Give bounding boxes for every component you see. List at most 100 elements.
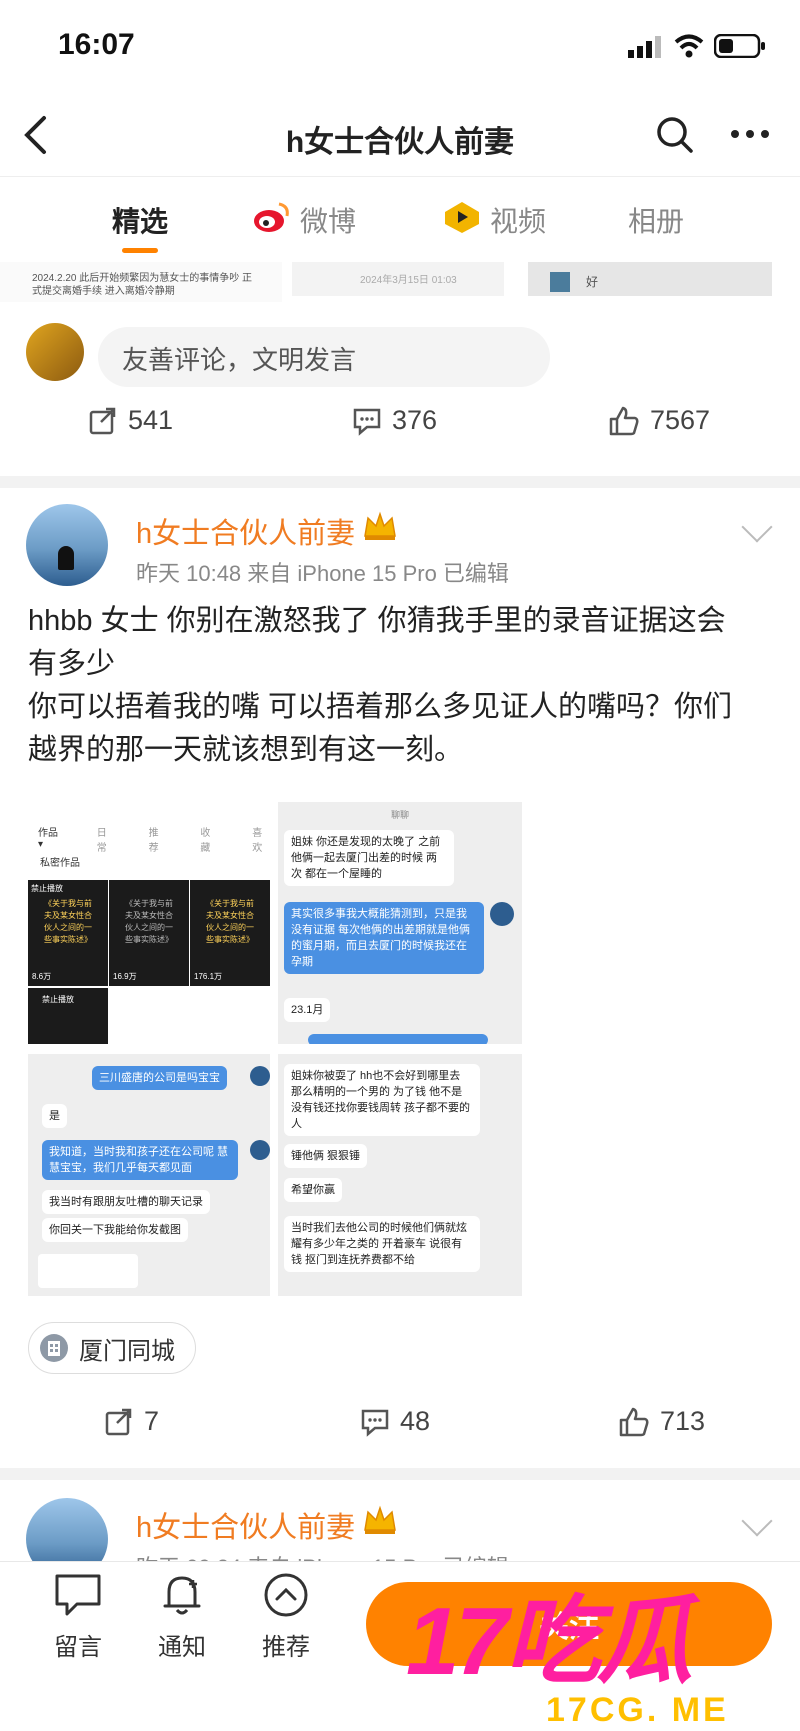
tab-weibo[interactable]: 微博 [300, 200, 356, 240]
video-tile: 禁止播放 [28, 988, 108, 1044]
tile-views: 8.6万 [32, 972, 52, 981]
post-image-2[interactable]: 聊聊 姐妹 你还是发现的太晚了 之前他俩一起去厦门出差的时候 两次 都在一个屋睡… [278, 802, 522, 1044]
strip-avatar [550, 272, 570, 292]
comment-button[interactable]: 376 [352, 405, 437, 436]
profile-tab: 收藏 [200, 828, 211, 854]
post-image-4[interactable]: 姐妹你被耍了 hh也不会好到哪里去 那么精明的一个男的 为了钱 他不是没有钱还找… [278, 1054, 522, 1296]
chat-bubble-left: 当时我们去他公司的时候他们俩就炫耀有多少年之类的 开着豪车 说很有钱 抠门到连抚… [284, 1216, 480, 1272]
chat-header: 聊聊 [390, 810, 409, 820]
repost-button[interactable]: 7 [104, 1406, 159, 1437]
comment-icon [353, 408, 381, 436]
strip-image-3[interactable]: 好 [528, 262, 772, 296]
profile-tab: 喜欢 [252, 828, 263, 854]
post-meta: 昨天 10:48 来自 iPhone 15 Pro 已编辑 [136, 561, 509, 586]
strip-text-2: 式提交离婚手续 进入离婚冷静期 [32, 286, 175, 297]
post-line: 你可以捂着我的嘴 可以捂着那么多见证人的嘴吗？你们 [28, 691, 733, 723]
chat-bubble-left: 我当时有跟朋友吐槽的聊天记录 [42, 1190, 210, 1214]
comment-row: 友善评论，文明发言 [0, 315, 800, 395]
location-label: 厦门同城 [79, 1337, 175, 1365]
tab-featured[interactable]: 精选 [112, 200, 168, 240]
chat-bubble-right: 三川盛唐的公司是吗宝宝 [92, 1066, 227, 1090]
avatar-figure [58, 546, 74, 570]
strip-reply: 好 [586, 275, 599, 289]
chat-avatar [490, 902, 514, 926]
like-count: 7567 [650, 405, 711, 435]
chat-bubble-left: 23.1月 [284, 998, 331, 1022]
tab-video[interactable]: 视频 [490, 200, 546, 240]
strip-image-1[interactable]: 2024.2.20 此后开始频繁因为慧女士的事情争吵 正 式提交离婚手续 进入离… [0, 262, 282, 302]
repost-icon [105, 1408, 132, 1435]
post-image-3[interactable]: 三川盛唐的公司是吗宝宝 是 我知道，当时我和孩子还在公司呢 慧慧宝宝，我们几乎每… [28, 1054, 270, 1296]
tab-album[interactable]: 相册 [628, 200, 684, 240]
comment-icon [361, 1409, 389, 1437]
chevron-down-icon[interactable] [741, 511, 773, 543]
thumbs-up-icon [609, 406, 639, 435]
post-body: hhbb 女士 你别在激怒我了 你猜我手里的录音证据这会 有多少 你可以捂着我的… [28, 600, 778, 772]
tile-tag: 禁止播放 [42, 995, 74, 1004]
strip-date: 2024年3月15日 01:03 [360, 275, 457, 286]
like-button[interactable]: 7567 [608, 405, 710, 436]
repost-button[interactable]: 541 [88, 405, 173, 436]
bottom-nav-label: 留言 [54, 1634, 102, 1661]
chat-bubble-left: 姐妹你被耍了 hh也不会好到哪里去 那么精明的一个男的 为了钱 他不是没有钱还找… [284, 1064, 480, 1136]
signal-icon [628, 36, 661, 58]
chat-bubble-left: 你回关一下我能给你发截图 [42, 1218, 188, 1242]
comment-count: 48 [400, 1406, 431, 1436]
repost-count: 7 [144, 1406, 160, 1436]
chevron-up-circle-icon [264, 1573, 308, 1617]
crown-icon [364, 511, 396, 540]
tile-title: 《关于我与前夫及某女性合伙人之间的一些事实陈述》 [206, 899, 254, 944]
tile-title: 《关于我与前夫及某女性合伙人之间的一些事实陈述》 [125, 899, 173, 944]
thumbs-up-icon [619, 1407, 649, 1436]
author-avatar[interactable] [26, 1498, 108, 1561]
watermark-url: 17CG. ME [546, 1691, 729, 1729]
chat-bubble-left: 锤他俩 狠狠锤 [284, 1144, 368, 1168]
post-line: 越界的那一天就该想到有这一刻。 [28, 734, 464, 766]
comment-input[interactable]: 友善评论，文明发言 [98, 327, 550, 387]
bottom-nav-label: 通知 [158, 1634, 206, 1661]
chat-image-placeholder [38, 1254, 138, 1288]
bottom-nav-recommend[interactable]: 推荐 [246, 1572, 326, 1662]
bottom-nav-notify[interactable]: 通知 [142, 1572, 222, 1662]
profile-tab-row: 作品 ▾ 日常 推荐 收藏 喜欢 [38, 824, 270, 854]
strip-image-2[interactable]: 2024年3月15日 01:03 [292, 262, 504, 296]
search-icon[interactable] [656, 115, 694, 155]
more-icon[interactable] [730, 129, 770, 139]
chevron-down-icon[interactable] [741, 1505, 773, 1537]
post-header: h女士合伙人前妻 昨天 10:48 来自 iPhone 15 Pro 已编辑 [0, 500, 800, 600]
author-name[interactable]: h女士合伙人前妻 [136, 510, 355, 552]
watermark-title: 17吃瓜 [406, 1588, 693, 1695]
chat-avatar [250, 1066, 270, 1086]
private-works-label: 私密作品 [40, 858, 80, 869]
next-post-header: h女士合伙人前妻 昨天 09:24 来自 iPhone 15 Pro 已编辑 [0, 1494, 800, 1561]
crown-icon [364, 1505, 396, 1534]
bottom-nav-message[interactable]: 留言 [38, 1572, 118, 1662]
video-tile: 《关于我与前夫及某女性合伙人之间的一些事实陈述》 16.9万 [109, 880, 189, 986]
tile-views: 16.9万 [113, 972, 137, 981]
post-meta: 昨天 09:24 来自 iPhone 15 Pro 已编辑 [136, 1550, 509, 1561]
status-time: 16:07 [58, 28, 135, 61]
watermark-logo: 17吃瓜 17CG. ME [366, 1573, 786, 1729]
status-bar: 16:07 [0, 0, 800, 95]
my-avatar[interactable] [26, 323, 84, 381]
author-name[interactable]: h女士合伙人前妻 [136, 1504, 355, 1546]
previous-post-actions: 541 376 7567 [0, 405, 800, 475]
post-image-1[interactable]: 作品 ▾ 日常 推荐 收藏 喜欢 私密作品 禁止播放 《关于我与前夫及某女性合伙… [28, 802, 270, 1044]
video-tile: 禁止播放 《关于我与前夫及某女性合伙人之间的一些事实陈述》 8.6万 [28, 880, 108, 986]
tile-title: 《关于我与前夫及某女性合伙人之间的一些事实陈述》 [44, 899, 92, 944]
chat-bubble-cut [308, 1034, 488, 1044]
author-avatar[interactable] [26, 504, 108, 586]
weibo-icon [254, 202, 289, 232]
post-image-grid: 作品 ▾ 日常 推荐 收藏 喜欢 私密作品 禁止播放 《关于我与前夫及某女性合伙… [28, 802, 522, 1296]
location-tag[interactable]: 厦门同城 [28, 1322, 196, 1374]
comment-button[interactable]: 48 [360, 1406, 430, 1437]
bottom-nav-label: 推荐 [262, 1634, 310, 1661]
comment-count: 376 [392, 405, 438, 435]
profile-tab: 作品 ▾ [38, 828, 58, 850]
previous-post-image-strip: 2024.2.20 此后开始频繁因为慧女士的事情争吵 正 式提交离婚手续 进入离… [0, 262, 800, 302]
profile-tab: 推荐 [148, 828, 159, 854]
like-button[interactable]: 713 [618, 1406, 705, 1437]
tile-tag: 禁止播放 [31, 884, 63, 893]
like-count: 713 [660, 1406, 706, 1436]
repost-icon [89, 407, 116, 434]
